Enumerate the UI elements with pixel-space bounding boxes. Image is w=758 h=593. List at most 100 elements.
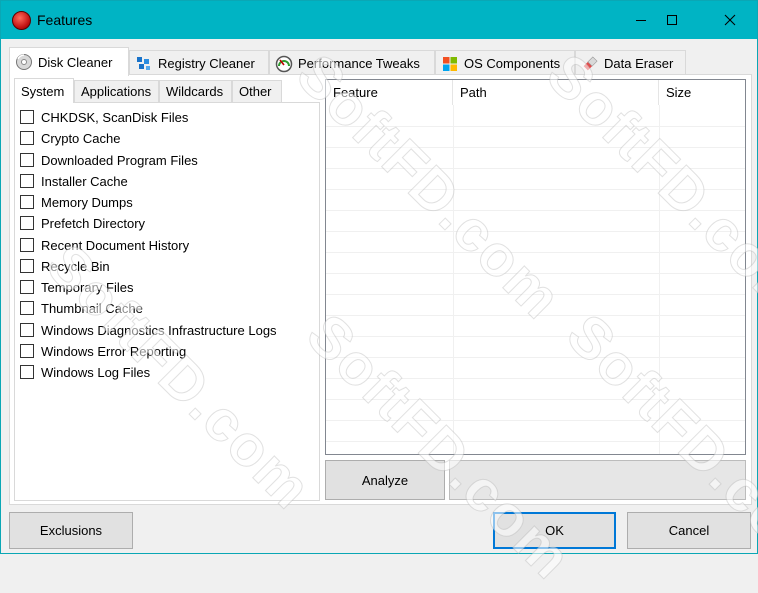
cancel-button[interactable]: Cancel xyxy=(627,512,751,549)
checkbox-label: Temporary Files xyxy=(41,279,134,295)
button-label: Exclusions xyxy=(39,523,103,538)
maximize-icon xyxy=(667,15,677,25)
grid-line xyxy=(326,126,745,127)
checkbox[interactable] xyxy=(20,323,34,337)
maximize-button[interactable] xyxy=(649,1,695,39)
checkbox-item[interactable]: Temporary Files xyxy=(20,278,133,296)
button-label: Cancel xyxy=(668,523,710,538)
grid-line xyxy=(326,189,745,190)
checkbox-label: Crypto Cache xyxy=(41,130,121,146)
checkbox[interactable] xyxy=(20,110,34,124)
grid-line xyxy=(326,252,745,253)
results-list[interactable]: Feature Path Size xyxy=(325,79,746,455)
tab-label: Data Eraser xyxy=(604,56,674,71)
grid-line xyxy=(326,210,745,211)
checkbox-item[interactable]: Windows Error Reporting xyxy=(20,342,186,360)
tab-performance-tweaks[interactable]: Performance Tweaks xyxy=(269,50,435,76)
features-window: Features Disk Cleaner Registry Cleaner P… xyxy=(0,0,758,592)
checkbox-label: Recent Document History xyxy=(41,237,190,253)
checkbox-label: Windows Diagnostics Infrastructure Logs xyxy=(41,322,277,338)
grid-line xyxy=(326,357,745,358)
gauge-icon xyxy=(275,55,293,72)
column-header-size[interactable]: Size xyxy=(659,80,745,105)
checkbox[interactable] xyxy=(20,344,34,358)
subtab-label: Applications xyxy=(81,84,152,99)
grid-line xyxy=(326,273,745,274)
checkbox-item[interactable]: Crypto Cache xyxy=(20,129,120,147)
checkbox-label: Recycle Bin xyxy=(41,258,110,274)
checkbox-label: Installer Cache xyxy=(41,173,128,189)
grid-line xyxy=(326,147,745,148)
windows-logo-icon xyxy=(443,56,457,71)
checkbox[interactable] xyxy=(20,174,34,188)
subtab-label: Other xyxy=(239,84,272,99)
checkbox-label: Prefetch Directory xyxy=(41,215,146,231)
grid-line xyxy=(326,168,745,169)
button-label: Analyze xyxy=(361,472,409,488)
checkbox-item[interactable]: Thumbnail Cache xyxy=(20,299,143,317)
checkbox-label: Windows Error Reporting xyxy=(41,343,187,359)
subtab-other[interactable]: Other xyxy=(232,80,282,102)
exclusions-button[interactable]: Exclusions xyxy=(9,512,133,549)
subtab-wildcards[interactable]: Wildcards xyxy=(159,80,232,102)
checkbox[interactable] xyxy=(20,131,34,145)
checkbox-item[interactable]: Prefetch Directory xyxy=(20,214,145,232)
column-header-label: Size xyxy=(666,85,692,100)
checkbox-label: Thumbnail Cache xyxy=(41,300,143,316)
checkbox[interactable] xyxy=(20,238,34,252)
checkbox[interactable] xyxy=(20,259,34,273)
checkbox-item[interactable]: CHKDSK, ScanDisk Files xyxy=(20,108,188,126)
subtab-system[interactable]: System xyxy=(14,78,74,103)
checkbox-label: Memory Dumps xyxy=(41,194,133,210)
tab-disk-cleaner[interactable]: Disk Cleaner xyxy=(9,47,129,76)
grid-line xyxy=(326,231,745,232)
grid-line xyxy=(326,420,745,421)
tab-data-eraser[interactable]: Data Eraser xyxy=(575,50,686,76)
disk-icon xyxy=(16,54,32,70)
column-header-feature[interactable]: Feature xyxy=(326,80,453,105)
registry-icon xyxy=(137,56,150,70)
checkbox-item[interactable]: Memory Dumps xyxy=(20,193,133,211)
minimize-icon xyxy=(636,20,646,21)
checkbox[interactable] xyxy=(20,301,34,315)
grid-line xyxy=(326,378,745,379)
tab-label: Disk Cleaner xyxy=(38,54,113,70)
eraser-icon xyxy=(583,56,598,70)
window-title: Features xyxy=(37,12,93,28)
checkbox-item[interactable]: Windows Log Files xyxy=(20,363,150,381)
checkbox-item[interactable]: Recycle Bin xyxy=(20,257,110,275)
subtab-applications[interactable]: Applications xyxy=(74,80,159,102)
grid-line xyxy=(326,441,745,442)
checkbox[interactable] xyxy=(20,280,34,294)
grid-line xyxy=(326,294,745,295)
checkbox-item[interactable]: Downloaded Program Files xyxy=(20,151,198,169)
column-header-label: Path xyxy=(460,85,487,100)
checkbox-label: Downloaded Program Files xyxy=(41,152,198,168)
close-button[interactable] xyxy=(707,1,753,39)
ok-button[interactable]: OK xyxy=(493,512,616,549)
title-bar[interactable]: Features xyxy=(1,1,757,39)
column-header-path[interactable]: Path xyxy=(453,80,659,105)
tab-label: Registry Cleaner xyxy=(158,56,255,71)
app-icon xyxy=(12,11,31,30)
tab-label: OS Components xyxy=(464,56,561,71)
tab-registry-cleaner[interactable]: Registry Cleaner xyxy=(129,50,269,76)
checkbox-item[interactable]: Windows Diagnostics Infrastructure Logs xyxy=(20,321,277,339)
analyze-button[interactable]: Analyze xyxy=(325,460,445,500)
tab-os-components[interactable]: OS Components xyxy=(435,50,575,76)
checkbox-label: Windows Log Files xyxy=(41,364,151,380)
checkbox-label: CHKDSK, ScanDisk Files xyxy=(41,109,189,125)
checkbox[interactable] xyxy=(20,365,34,379)
grid-line xyxy=(326,315,745,316)
tab-label: Performance Tweaks xyxy=(298,56,420,71)
checkbox[interactable] xyxy=(20,216,34,230)
column-header-label: Feature xyxy=(333,85,378,100)
subtab-label: System xyxy=(21,83,65,99)
button-label: OK xyxy=(545,523,564,538)
checkbox[interactable] xyxy=(20,153,34,167)
subtab-label: Wildcards xyxy=(166,84,224,99)
checkbox-item[interactable]: Recent Document History xyxy=(20,236,189,254)
checkbox-item[interactable]: Installer Cache xyxy=(20,172,128,190)
close-icon xyxy=(724,14,736,26)
checkbox[interactable] xyxy=(20,195,34,209)
